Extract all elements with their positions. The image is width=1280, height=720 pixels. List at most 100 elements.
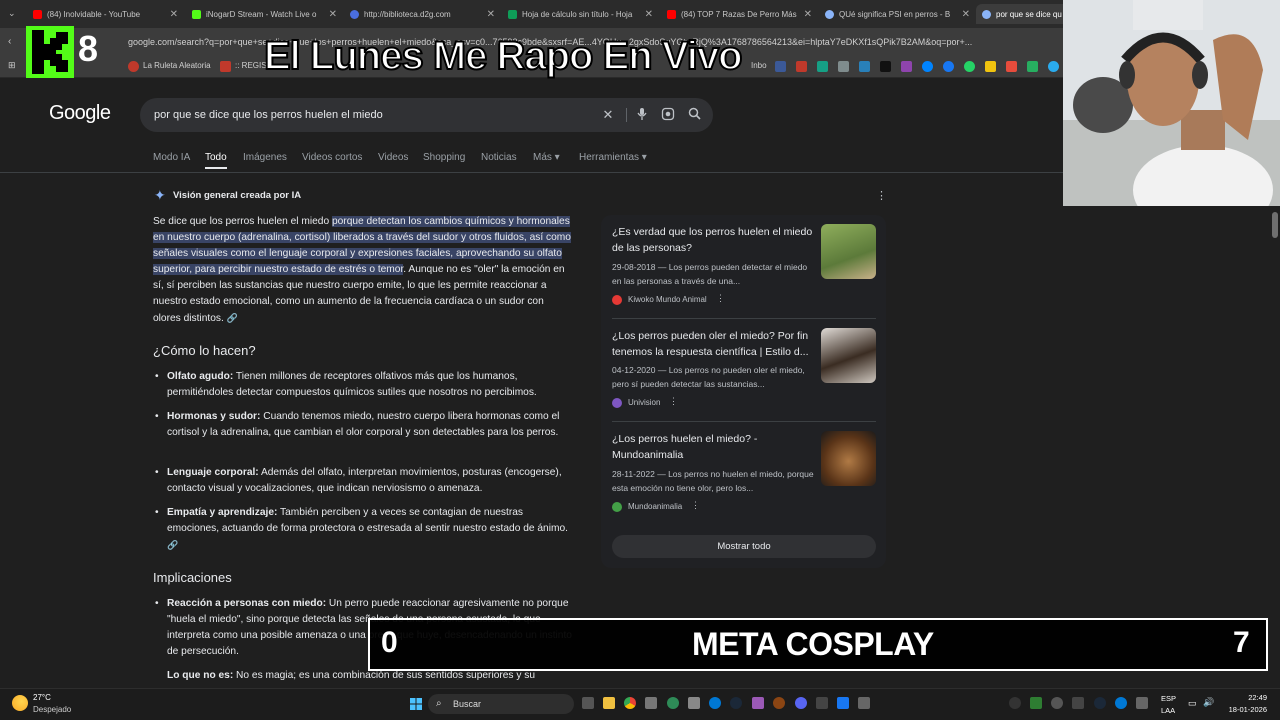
tab-noticias[interactable]: Noticias bbox=[481, 152, 517, 163]
taskview-icon[interactable] bbox=[582, 697, 594, 709]
close-icon[interactable]: ✕ bbox=[962, 9, 970, 20]
close-icon[interactable]: ✕ bbox=[645, 9, 653, 20]
back-icon[interactable]: ‹ bbox=[8, 36, 11, 47]
tray-icon[interactable] bbox=[1009, 697, 1021, 709]
tray-icon[interactable] bbox=[1030, 697, 1042, 709]
clock-date[interactable]: 18-01-2026 bbox=[1220, 705, 1267, 714]
more-options-icon[interactable]: ⋮ bbox=[691, 500, 700, 511]
language-indicator[interactable]: ESP bbox=[1161, 694, 1176, 703]
bookmark-icon[interactable] bbox=[1027, 61, 1038, 72]
network-icon[interactable]: ▭ bbox=[1188, 698, 1197, 709]
tray-icon[interactable] bbox=[1136, 697, 1148, 709]
clock-time[interactable]: 22:49 bbox=[1235, 693, 1267, 702]
bookmark-icon[interactable] bbox=[817, 61, 828, 72]
discord-icon[interactable] bbox=[795, 697, 807, 709]
tab-herramientas[interactable]: Herramientas ▾ bbox=[579, 152, 647, 163]
browser-tab[interactable]: http://biblioteca.d2g.com ✕ bbox=[350, 4, 495, 24]
app-icon[interactable] bbox=[773, 697, 785, 709]
app-icon[interactable] bbox=[858, 697, 870, 709]
source-name[interactable]: Mundoanimalia bbox=[628, 502, 682, 511]
browser-tab[interactable]: (84) TOP 7 Razas De Perro Más ✕ bbox=[667, 4, 812, 24]
steam-tray-icon[interactable] bbox=[1094, 697, 1106, 709]
dog-image-2[interactable] bbox=[821, 328, 876, 383]
facebook-icon[interactable] bbox=[943, 61, 954, 72]
google-icon bbox=[825, 9, 834, 19]
bookmark-icon[interactable] bbox=[880, 61, 891, 72]
file-explorer-icon[interactable] bbox=[603, 697, 615, 709]
taskbar-search[interactable] bbox=[428, 694, 574, 714]
windows-start-icon[interactable] bbox=[410, 697, 422, 710]
bookmark-icon[interactable] bbox=[838, 61, 849, 72]
tab-search-icon[interactable]: ⌄ bbox=[8, 8, 16, 19]
tab-modo-ia[interactable]: Modo IA bbox=[153, 152, 190, 163]
close-icon[interactable]: ✕ bbox=[329, 9, 337, 20]
app-icon[interactable] bbox=[645, 697, 657, 709]
source-name[interactable]: Kiwoko Mundo Animal bbox=[628, 295, 707, 304]
telegram-icon[interactable] bbox=[1048, 61, 1059, 72]
source-name[interactable]: Univision bbox=[628, 398, 660, 407]
tray-icon[interactable] bbox=[1115, 697, 1127, 709]
dog-image-3[interactable] bbox=[821, 431, 876, 486]
close-icon[interactable]: ✕ bbox=[804, 9, 812, 20]
keyboard-layout[interactable]: LAA bbox=[1161, 706, 1175, 715]
tray-icon[interactable] bbox=[1051, 697, 1063, 709]
dog-image-1[interactable] bbox=[821, 224, 876, 279]
more-options-icon[interactable]: ⋮ bbox=[876, 189, 887, 202]
tab-label: Hoja de cálculo sin título - Hoja bbox=[522, 9, 633, 19]
messenger-icon[interactable] bbox=[922, 61, 933, 72]
bookmark-icon[interactable] bbox=[796, 61, 807, 72]
source-card-title[interactable]: ¿Los perros huelen el miedo? - Mundoanim… bbox=[612, 431, 817, 463]
edge-icon[interactable] bbox=[709, 697, 721, 709]
bookmark-icon[interactable] bbox=[901, 61, 912, 72]
browser-tab[interactable]: Hoja de cálculo sin título - Hoja ✕ bbox=[508, 4, 653, 24]
close-icon[interactable]: ✕ bbox=[170, 9, 178, 20]
weather-moon-icon[interactable] bbox=[12, 695, 28, 711]
browser-tab[interactable]: QUé significa PSI en perros - B ✕ bbox=[825, 4, 970, 24]
microphone-icon[interactable] bbox=[634, 107, 650, 123]
app-icon[interactable] bbox=[752, 697, 764, 709]
chrome-icon[interactable] bbox=[624, 697, 636, 709]
tab-videos-cortos[interactable]: Videos cortos bbox=[302, 152, 362, 163]
apps-icon[interactable]: ⊞ bbox=[8, 60, 16, 71]
facebook-icon[interactable] bbox=[837, 697, 849, 709]
steam-icon[interactable] bbox=[730, 697, 742, 709]
show-all-button[interactable]: Mostrar todo bbox=[612, 535, 876, 558]
browser-tab-active[interactable]: por que se dice qu bbox=[976, 4, 1076, 24]
search-icon[interactable] bbox=[686, 107, 702, 123]
volume-icon[interactable]: 🔊 bbox=[1203, 697, 1214, 708]
browser-tab[interactable]: iNogarD Stream - Watch Live o ✕ bbox=[192, 4, 337, 24]
whatsapp-icon[interactable] bbox=[964, 61, 975, 72]
tab-mas[interactable]: Más ▾ bbox=[533, 152, 560, 163]
calculator-icon[interactable] bbox=[688, 697, 700, 709]
more-options-icon[interactable]: ⋮ bbox=[716, 293, 725, 304]
bookmark-icon[interactable] bbox=[775, 61, 786, 72]
source-card-title[interactable]: ¿Es verdad que los perros huelen el mied… bbox=[612, 224, 817, 256]
link-icon[interactable]: 🔗 bbox=[227, 313, 238, 323]
browser-tab[interactable]: (84) Inolvidable - YouTube ✕ bbox=[33, 4, 178, 24]
weather-desc[interactable]: Despejado bbox=[33, 705, 71, 714]
tab-shopping[interactable]: Shopping bbox=[423, 152, 465, 163]
link-icon[interactable]: 🔗 bbox=[167, 540, 178, 550]
tab-videos[interactable]: Videos bbox=[378, 152, 408, 163]
app-icon[interactable] bbox=[816, 697, 828, 709]
scrollbar-thumb[interactable] bbox=[1272, 212, 1278, 238]
clear-icon[interactable]: ✕ bbox=[600, 107, 616, 123]
tab-imagenes[interactable]: Imágenes bbox=[243, 152, 287, 163]
tray-icon[interactable] bbox=[1072, 697, 1084, 709]
taskbar-search-label[interactable]: Buscar bbox=[453, 699, 481, 709]
app-icon[interactable] bbox=[667, 697, 679, 709]
source-card-title[interactable]: ¿Los perros pueden oler el miedo? Por fi… bbox=[612, 328, 817, 360]
weather-temp[interactable]: 27°C bbox=[33, 693, 51, 702]
bookmark-icon[interactable] bbox=[985, 61, 996, 72]
close-icon[interactable]: ✕ bbox=[487, 9, 495, 20]
bookmark-icon[interactable] bbox=[859, 61, 870, 72]
bookmark-inbox[interactable]: Inbo bbox=[751, 61, 767, 70]
search-input[interactable]: por que se dice que los perros huelen el… bbox=[154, 109, 383, 121]
more-options-icon[interactable]: ⋮ bbox=[669, 396, 678, 407]
google-logo[interactable]: Google bbox=[49, 102, 111, 125]
tab-label: (84) Inolvidable - YouTube bbox=[47, 9, 141, 19]
tab-todo[interactable]: Todo bbox=[205, 152, 227, 163]
bookmark-ruleta[interactable]: La Ruleta Aleatoria bbox=[143, 61, 211, 70]
bookmark-icon[interactable] bbox=[1006, 61, 1017, 72]
lens-icon[interactable] bbox=[660, 107, 676, 123]
